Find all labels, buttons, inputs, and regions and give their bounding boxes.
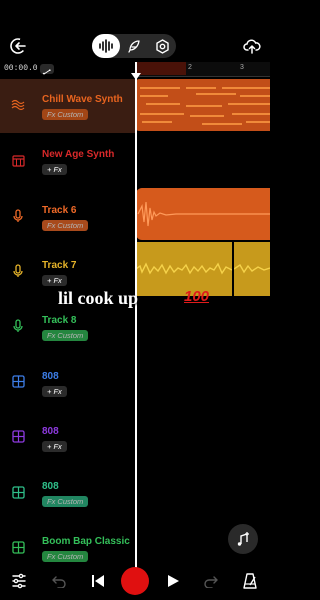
track-name[interactable]: 808	[42, 481, 59, 492]
track-name[interactable]: 808	[42, 426, 59, 437]
add-fx-button[interactable]: + Fx	[42, 440, 67, 452]
feather-icon	[128, 40, 140, 53]
track-header[interactable]: New Age Synth + Fx	[0, 134, 135, 188]
midi-clip[interactable]	[136, 79, 270, 131]
transport-bar	[0, 562, 270, 600]
track-name[interactable]: Track 8	[42, 315, 76, 326]
ruler-tick: 3	[240, 64, 244, 71]
track-name[interactable]: Track 7	[42, 260, 76, 271]
tab-waveform[interactable]	[92, 34, 120, 58]
metronome-icon[interactable]	[241, 572, 259, 590]
track-header[interactable]: Chill Wave Synth Fx Custom	[0, 79, 135, 133]
track-header[interactable]: 808 + Fx	[0, 356, 135, 410]
microphone-icon	[10, 208, 26, 224]
audio-clip[interactable]	[136, 188, 270, 240]
track-name[interactable]: 808	[42, 371, 59, 382]
synth-wave-icon	[10, 97, 26, 113]
track-name[interactable]: Chill Wave Synth	[42, 94, 123, 105]
midi-notes	[140, 87, 270, 125]
microphone-icon	[10, 318, 26, 334]
playhead-handle[interactable]	[131, 70, 141, 80]
track-header[interactable]: Track 6 Fx Custom	[0, 190, 135, 244]
waveform	[137, 201, 270, 227]
fx-custom-button[interactable]: Fx Custom	[42, 330, 89, 342]
synth-keys-icon	[10, 152, 26, 168]
play-icon[interactable]	[164, 572, 182, 590]
hundred-points-emoji: 100	[184, 288, 210, 305]
skip-back-icon[interactable]	[89, 572, 107, 590]
add-fx-button[interactable]: + Fx	[42, 274, 67, 286]
track-name[interactable]: Track 6	[42, 205, 76, 216]
waveform	[233, 264, 271, 274]
audio-clip[interactable]	[233, 242, 271, 296]
fx-custom-button[interactable]: Fx Custom	[42, 551, 89, 563]
drum-pad-icon	[10, 429, 26, 445]
sliders-icon[interactable]	[10, 572, 28, 590]
tab-feather[interactable]	[120, 34, 148, 58]
fx-custom-button[interactable]: Fx Custom	[42, 109, 89, 120]
add-fx-button[interactable]: + Fx	[42, 385, 67, 397]
record-button[interactable]	[121, 567, 149, 595]
cloud-upload-icon[interactable]	[242, 36, 262, 56]
track-name[interactable]: New Age Synth	[42, 149, 114, 160]
playhead[interactable]	[135, 62, 137, 572]
add-fx-button[interactable]: + Fx	[42, 164, 67, 176]
drum-pad-icon	[10, 539, 26, 555]
add-music-button[interactable]	[228, 524, 258, 554]
top-toolbar	[0, 0, 270, 62]
fx-custom-button[interactable]: Fx Custom	[42, 219, 89, 231]
view-mode-switcher	[92, 34, 176, 58]
ruler-tick: 2	[188, 64, 192, 71]
drum-pad-icon	[10, 484, 26, 500]
track-header[interactable]: 808 Fx Custom	[0, 466, 135, 520]
login-arrow-icon[interactable]	[8, 36, 28, 56]
settings-hex-icon	[155, 38, 169, 54]
drum-pad-icon	[10, 374, 26, 390]
tab-settings[interactable]	[148, 34, 176, 58]
microphone-icon	[10, 263, 26, 279]
loop-region[interactable]	[136, 62, 186, 75]
fx-custom-button[interactable]: Fx Custom	[42, 496, 89, 508]
waveform-icon	[99, 39, 113, 53]
redo-icon[interactable]	[202, 572, 220, 590]
ruler-line	[135, 76, 270, 77]
video-caption: lil cook up	[58, 288, 139, 308]
loop-toggle-icon[interactable]	[40, 64, 54, 75]
time-readout: 00:00.0	[4, 64, 38, 73]
track-name[interactable]: Boom Bap Classic	[42, 536, 130, 547]
undo-icon[interactable]	[50, 572, 68, 590]
add-music-icon	[237, 532, 249, 546]
track-header[interactable]: 808 + Fx	[0, 411, 135, 465]
